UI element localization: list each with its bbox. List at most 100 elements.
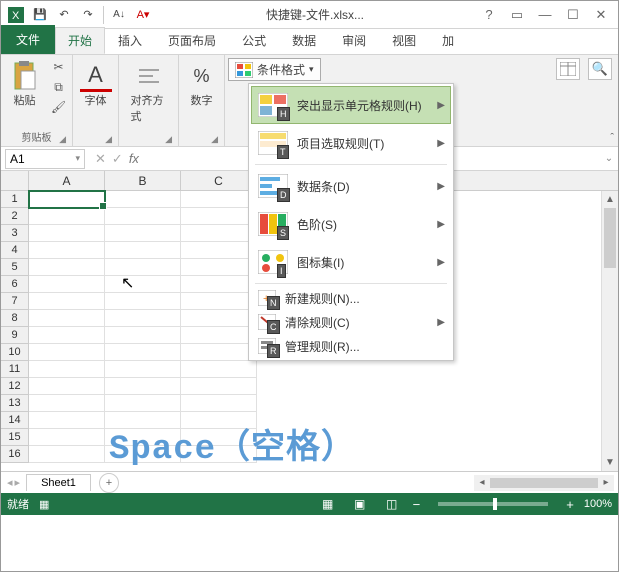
cell[interactable]	[29, 191, 105, 208]
row-header[interactable]: 6	[1, 276, 29, 293]
cell[interactable]	[29, 361, 105, 378]
horizontal-scrollbar[interactable]: ◂ ▸	[474, 475, 614, 491]
cell[interactable]	[29, 327, 105, 344]
page-break-view-icon[interactable]: ◫	[381, 495, 403, 513]
col-header-a[interactable]: A	[29, 171, 105, 190]
cell[interactable]	[105, 225, 181, 242]
cell[interactable]	[29, 208, 105, 225]
conditional-formatting-button[interactable]: 条件格式 ▾	[228, 58, 321, 81]
cf-data-bars[interactable]: D 数据条(D) ▶	[251, 167, 451, 205]
cell[interactable]	[181, 208, 257, 225]
clipboard-launcher-icon[interactable]: ◢	[59, 134, 66, 145]
zoom-slider[interactable]	[438, 502, 548, 506]
cell[interactable]	[105, 344, 181, 361]
minimize-button[interactable]: —	[532, 4, 558, 26]
cell[interactable]	[105, 446, 181, 463]
tab-view[interactable]: 视图	[379, 27, 429, 54]
cell[interactable]	[29, 344, 105, 361]
page-layout-view-icon[interactable]: ▣	[349, 495, 371, 513]
cut-icon[interactable]: ✂	[49, 58, 69, 76]
cell[interactable]	[105, 276, 181, 293]
cell[interactable]	[29, 412, 105, 429]
cell[interactable]	[181, 412, 257, 429]
cell[interactable]	[181, 395, 257, 412]
close-button[interactable]: ✕	[588, 4, 614, 26]
cell[interactable]	[105, 378, 181, 395]
cell[interactable]	[105, 208, 181, 225]
cell[interactable]	[105, 327, 181, 344]
cf-icon-sets[interactable]: I 图标集(I) ▶	[251, 243, 451, 281]
cell[interactable]	[181, 446, 257, 463]
row-header[interactable]: 8	[1, 310, 29, 327]
scroll-down-icon[interactable]: ▼	[602, 454, 618, 471]
collapse-ribbon-icon[interactable]: ˆ	[610, 132, 614, 144]
cell[interactable]	[29, 378, 105, 395]
scroll-left-icon[interactable]: ◂	[474, 477, 490, 488]
cell[interactable]	[105, 310, 181, 327]
sheet-nav-prev-icon[interactable]: ◂	[7, 476, 13, 489]
row-header[interactable]: 4	[1, 242, 29, 259]
cf-manage-rules[interactable]: R 管理规则(R)...	[251, 334, 451, 358]
normal-view-icon[interactable]: ▦	[317, 495, 339, 513]
cell[interactable]	[105, 429, 181, 446]
cell[interactable]	[105, 293, 181, 310]
font-color-icon[interactable]: A▾	[132, 4, 154, 26]
cell[interactable]	[181, 310, 257, 327]
col-header-c[interactable]: C	[181, 171, 257, 190]
cell[interactable]	[29, 293, 105, 310]
zoom-level[interactable]: 100%	[584, 498, 612, 510]
cell[interactable]	[29, 429, 105, 446]
maximize-button[interactable]: ☐	[560, 4, 586, 26]
name-box-dropdown-icon[interactable]: ▾	[75, 153, 80, 164]
cell[interactable]	[181, 259, 257, 276]
cell[interactable]	[105, 259, 181, 276]
row-header[interactable]: 12	[1, 378, 29, 395]
row-header[interactable]: 16	[1, 446, 29, 463]
cell[interactable]	[181, 327, 257, 344]
cell[interactable]	[105, 361, 181, 378]
fx-icon[interactable]: fx	[129, 151, 139, 166]
select-all-corner[interactable]	[1, 171, 29, 190]
cell[interactable]	[181, 429, 257, 446]
cell[interactable]	[181, 191, 257, 208]
cell[interactable]	[181, 293, 257, 310]
cf-new-rule[interactable]: +N 新建规则(N)...	[251, 286, 451, 310]
tab-data[interactable]: 数据	[279, 27, 329, 54]
tab-formulas[interactable]: 公式	[229, 27, 279, 54]
paste-button[interactable]: 粘贴	[5, 58, 45, 110]
sort-az-icon[interactable]: A↓	[108, 4, 130, 26]
col-header-b[interactable]: B	[105, 171, 181, 190]
row-header[interactable]: 13	[1, 395, 29, 412]
align-launcher-icon[interactable]: ◢	[165, 134, 172, 145]
macro-record-icon[interactable]: ▦	[39, 498, 49, 511]
row-header[interactable]: 2	[1, 208, 29, 225]
zoom-thumb[interactable]	[493, 498, 497, 510]
vertical-scrollbar[interactable]: ▲ ▼	[601, 191, 618, 471]
row-header[interactable]: 11	[1, 361, 29, 378]
row-header[interactable]: 1	[1, 191, 29, 208]
format-painter-icon[interactable]: 🖌	[49, 98, 69, 116]
enter-formula-icon[interactable]: ✓	[112, 151, 123, 167]
font-button[interactable]: A字体	[76, 58, 116, 110]
row-header[interactable]: 9	[1, 327, 29, 344]
alignment-button[interactable]: 对齐方式	[129, 58, 169, 126]
cell[interactable]	[29, 395, 105, 412]
scroll-up-icon[interactable]: ▲	[602, 191, 618, 208]
cell[interactable]	[181, 361, 257, 378]
add-sheet-button[interactable]: +	[99, 473, 119, 493]
cell[interactable]	[29, 225, 105, 242]
tab-file[interactable]: 文件	[1, 25, 55, 54]
hscroll-thumb[interactable]	[490, 478, 598, 488]
number-button[interactable]: %数字	[182, 58, 222, 110]
name-box[interactable]: A1▾	[5, 149, 85, 169]
redo-icon[interactable]: ↷	[77, 4, 99, 26]
zoom-out-button[interactable]: −	[413, 497, 421, 512]
cf-clear-rules[interactable]: C 清除规则(C) ▶	[251, 310, 451, 334]
row-header[interactable]: 5	[1, 259, 29, 276]
excel-logo-icon[interactable]: X	[5, 4, 27, 26]
help-icon[interactable]: ?	[476, 4, 502, 26]
sheet-nav-next-icon[interactable]: ▸	[15, 476, 21, 489]
undo-icon[interactable]: ↶	[53, 4, 75, 26]
save-icon[interactable]: 💾	[29, 4, 51, 26]
copy-icon[interactable]: ⧉	[49, 78, 69, 96]
